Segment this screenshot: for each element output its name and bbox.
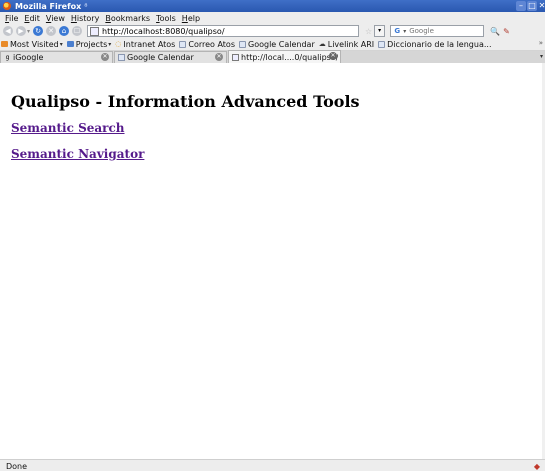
chevron-down-icon: ▾	[108, 40, 112, 48]
menu-help[interactable]: Help	[182, 14, 200, 23]
addon-status-icon[interactable]: ◆	[534, 462, 540, 471]
history-dropdown-icon[interactable]: ▾	[27, 28, 30, 35]
bookmark-label: Intranet Atos	[123, 39, 176, 49]
addon-icon[interactable]: ✎	[503, 27, 510, 36]
url-dropdown-button[interactable]: ▾	[374, 25, 386, 37]
title-bar: Mozilla Firefox ⁸ – □ ✕	[0, 0, 545, 12]
bookmark-label: Diccionario de la lengua...	[387, 39, 492, 49]
tab-label: http://local....0/qualipso/	[241, 52, 339, 62]
firefox-icon	[3, 2, 11, 10]
bookmark-label: Livelink ARI	[327, 39, 375, 49]
tab-list-dropdown-icon[interactable]: ▾	[540, 53, 543, 60]
close-window-button[interactable]: ✕	[538, 1, 545, 11]
tab-google-calendar[interactable]: Google Calendar ✕	[114, 51, 227, 63]
page-content: Qualipso - Information Advanced Tools Se…	[0, 63, 545, 459]
tab-close-button[interactable]: ✕	[329, 52, 337, 60]
page-favicon-icon	[90, 26, 100, 36]
google-engine-icon[interactable]: G	[391, 26, 403, 36]
tab-label: iGoogle	[13, 53, 44, 62]
browser-window: Mozilla Firefox ⁸ – □ ✕ File Edit View H…	[0, 0, 545, 471]
livelink-icon: ☁	[318, 40, 326, 48]
bookmark-intranet-atos[interactable]: ◌ Intranet Atos	[115, 40, 175, 49]
menu-view[interactable]: View	[46, 14, 65, 23]
bookmark-star-icon[interactable]: ☆	[365, 27, 372, 36]
bookmark-label: Google Calendar	[248, 39, 315, 49]
search-bar[interactable]: G ▾	[390, 25, 485, 37]
url-text[interactable]: http://localhost:8080/qualipso/	[102, 27, 225, 36]
reload-button[interactable]: ↻	[33, 26, 44, 36]
home-button[interactable]: ⌂	[59, 26, 70, 36]
bookmark-label: Correo Atos	[188, 39, 235, 49]
folder-icon	[66, 41, 74, 47]
page-title: Qualipso - Information Advanced Tools	[11, 92, 360, 111]
tab-close-button[interactable]: ✕	[215, 53, 223, 61]
status-bar: Done ◆	[0, 459, 545, 471]
menu-tools[interactable]: Tools	[156, 14, 176, 23]
page-icon	[232, 53, 239, 61]
atos-icon: ◌	[115, 40, 122, 48]
tab-close-button[interactable]: ✕	[101, 53, 109, 61]
menu-history[interactable]: History	[71, 14, 99, 23]
menu-file[interactable]: File	[5, 14, 18, 23]
bookmark-projects[interactable]: Projects ▾	[66, 39, 112, 49]
tab-qualipso[interactable]: http://local....0/qualipso/ ✕	[228, 50, 341, 63]
bookmark-page-button[interactable]: ☐	[72, 26, 83, 36]
bookmark-diccionario[interactable]: Diccionario de la lengua...	[378, 40, 491, 49]
maximize-button[interactable]: □	[527, 1, 537, 11]
igoogle-icon: g	[5, 54, 10, 61]
bookmarks-overflow-button[interactable]: »	[539, 39, 543, 47]
search-magnifier-icon[interactable]: 🔍	[490, 27, 500, 36]
forward-button[interactable]: ▶	[16, 26, 26, 36]
menu-bar: File Edit View History Bookmarks Tools H…	[0, 12, 545, 24]
page-icon	[179, 40, 187, 48]
menu-bookmarks[interactable]: Bookmarks	[105, 14, 150, 23]
bookmark-label: Projects	[75, 39, 108, 49]
url-bar[interactable]: http://localhost:8080/qualipso/	[87, 25, 360, 37]
navigation-toolbar: ◀ ▶ ▾ ↻ ✕ ⌂ ☐ http://localhost:8080/qual…	[0, 24, 545, 38]
page-icon	[378, 40, 386, 48]
window-title-suffix: ⁸	[84, 1, 88, 11]
bookmark-most-visited[interactable]: Most Visited ▾	[1, 40, 63, 49]
bookmark-correo-atos[interactable]: Correo Atos	[179, 40, 235, 49]
back-button[interactable]: ◀	[3, 26, 13, 36]
engine-dropdown-icon[interactable]: ▾	[403, 28, 406, 35]
semantic-navigator-link[interactable]: Semantic Navigator	[11, 147, 144, 161]
stop-button[interactable]: ✕	[46, 26, 57, 36]
status-text: Done	[6, 461, 28, 471]
minimize-button[interactable]: –	[516, 1, 526, 11]
bookmark-livelink-ari[interactable]: ☁ Livelink ARI	[319, 40, 374, 49]
semantic-search-link[interactable]: Semantic Search	[11, 121, 125, 135]
tab-label: Google Calendar	[127, 53, 194, 62]
calendar-icon	[118, 54, 125, 61]
menu-edit[interactable]: Edit	[24, 14, 40, 23]
calendar-icon	[239, 40, 246, 48]
window-title: Mozilla Firefox	[15, 1, 82, 11]
bookmark-google-calendar[interactable]: Google Calendar	[239, 40, 315, 49]
search-input[interactable]	[409, 26, 470, 36]
tab-bar: g iGoogle ✕ Google Calendar ✕ http://loc…	[0, 50, 545, 63]
folder-icon	[1, 41, 8, 47]
tab-igoogle[interactable]: g iGoogle ✕	[0, 51, 113, 63]
bookmark-label: Most Visited	[10, 39, 59, 49]
chevron-down-icon: ▾	[59, 40, 63, 48]
